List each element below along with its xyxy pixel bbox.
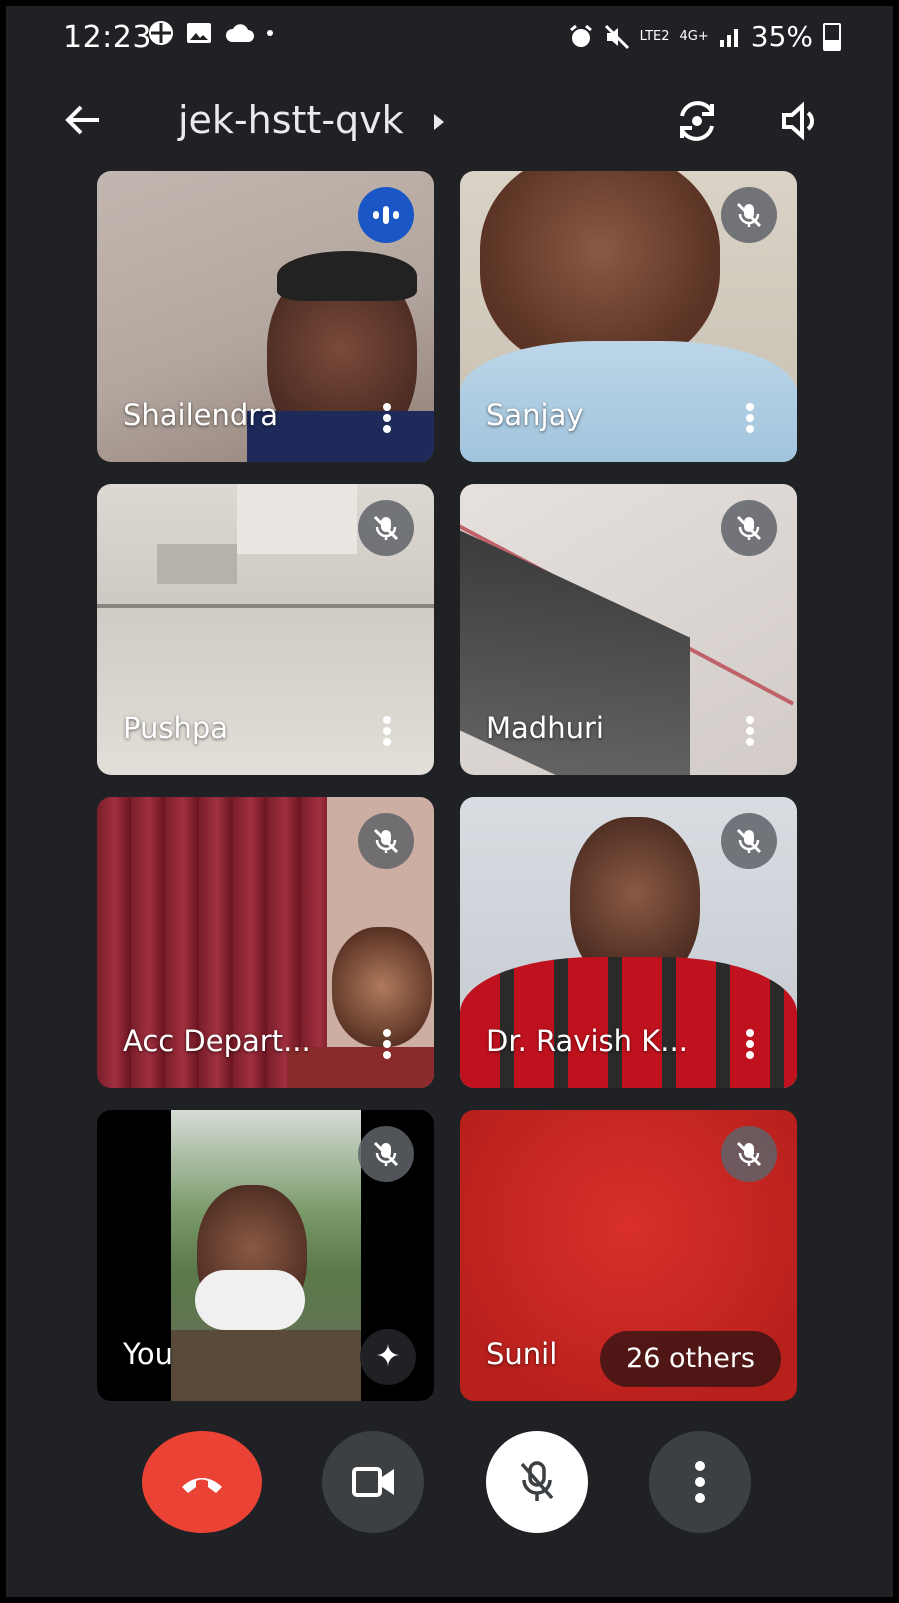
more-vert-icon bbox=[695, 1461, 705, 1503]
self-shirt bbox=[171, 1330, 361, 1401]
mute-speaker-icon bbox=[604, 24, 629, 49]
muted-mic-icon bbox=[358, 500, 414, 556]
status-bar: 12:23 LTE2 4G+ 35% bbox=[6, 6, 893, 70]
participant-tile[interactable]: Shailendra bbox=[97, 171, 434, 462]
participant-tile[interactable]: Madhuri bbox=[460, 484, 797, 775]
speaking-indicator-icon bbox=[358, 187, 414, 243]
more-options-icon[interactable] bbox=[382, 1026, 392, 1066]
participant-name: Sanjay bbox=[486, 398, 584, 432]
participant-tile[interactable]: Sanjay bbox=[460, 171, 797, 462]
alarm-icon bbox=[569, 24, 592, 47]
back-arrow-icon[interactable] bbox=[61, 98, 105, 142]
more-options-button[interactable] bbox=[649, 1431, 751, 1533]
meeting-details-caret-icon[interactable] bbox=[434, 114, 444, 130]
system-status: LTE2 4G+ 35% bbox=[568, 20, 841, 53]
end-call-button[interactable] bbox=[142, 1431, 262, 1533]
gallery-icon bbox=[187, 23, 211, 43]
more-options-icon[interactable] bbox=[745, 1026, 755, 1066]
signal-label: 4G+ bbox=[679, 29, 709, 44]
more-options-icon[interactable] bbox=[745, 713, 755, 753]
notification-icons bbox=[148, 20, 274, 46]
participant-name: Dr. Ravish K... bbox=[486, 1024, 688, 1058]
participant-tile[interactable]: Dr. Ravish K... bbox=[460, 797, 797, 1088]
battery-icon bbox=[823, 22, 841, 51]
self-view-tile[interactable]: You ✦ bbox=[97, 1110, 434, 1401]
muted-mic-icon bbox=[721, 187, 777, 243]
muted-mic-icon bbox=[721, 500, 777, 556]
participant-tile[interactable]: Acc Depart... bbox=[97, 797, 434, 1088]
dot-icon bbox=[267, 30, 273, 36]
network-label: LTE2 bbox=[639, 29, 670, 44]
more-options-icon[interactable] bbox=[382, 400, 392, 440]
participant-tile[interactable]: Pushpa bbox=[97, 484, 434, 775]
speaker-icon[interactable] bbox=[778, 98, 824, 144]
video-camera-icon bbox=[352, 1467, 394, 1497]
more-options-icon[interactable] bbox=[745, 400, 755, 440]
muted-mic-icon bbox=[358, 813, 414, 869]
muted-mic-icon bbox=[721, 1126, 777, 1182]
muted-mic-icon bbox=[520, 1461, 554, 1501]
switch-camera-icon[interactable] bbox=[674, 98, 720, 144]
others-count-chip[interactable]: 26 others bbox=[600, 1331, 781, 1387]
participant-tile[interactable]: Sunil 26 others bbox=[460, 1110, 797, 1401]
participant-name: You bbox=[123, 1337, 173, 1371]
call-header: jek-hstt-qvk bbox=[6, 76, 893, 166]
phone-hangup-icon bbox=[182, 1478, 222, 1493]
participant-name: Sunil bbox=[486, 1337, 558, 1371]
call-controls bbox=[6, 1431, 893, 1541]
participant-name: Madhuri bbox=[486, 711, 604, 745]
more-options-icon[interactable] bbox=[382, 713, 392, 753]
participant-name: Shailendra bbox=[123, 398, 278, 432]
meeting-code[interactable]: jek-hstt-qvk bbox=[178, 98, 404, 142]
face-mask bbox=[195, 1270, 305, 1330]
signal-bars-icon bbox=[719, 28, 738, 47]
meet-screen: 12:23 LTE2 4G+ 35% jek-hstt-qvk Shailend… bbox=[6, 6, 893, 1597]
app-grid-icon bbox=[149, 21, 173, 45]
clock: 12:23 bbox=[63, 20, 152, 55]
muted-mic-icon bbox=[358, 1126, 414, 1182]
battery-percent: 35% bbox=[750, 20, 813, 53]
cloud-icon bbox=[225, 24, 254, 42]
participant-name: Acc Depart... bbox=[123, 1024, 311, 1058]
camera-toggle-button[interactable] bbox=[322, 1431, 424, 1533]
muted-mic-icon bbox=[721, 813, 777, 869]
effects-sparkle-icon[interactable]: ✦ bbox=[360, 1329, 416, 1385]
participant-name: Pushpa bbox=[123, 711, 229, 745]
mic-toggle-button[interactable] bbox=[486, 1431, 588, 1533]
